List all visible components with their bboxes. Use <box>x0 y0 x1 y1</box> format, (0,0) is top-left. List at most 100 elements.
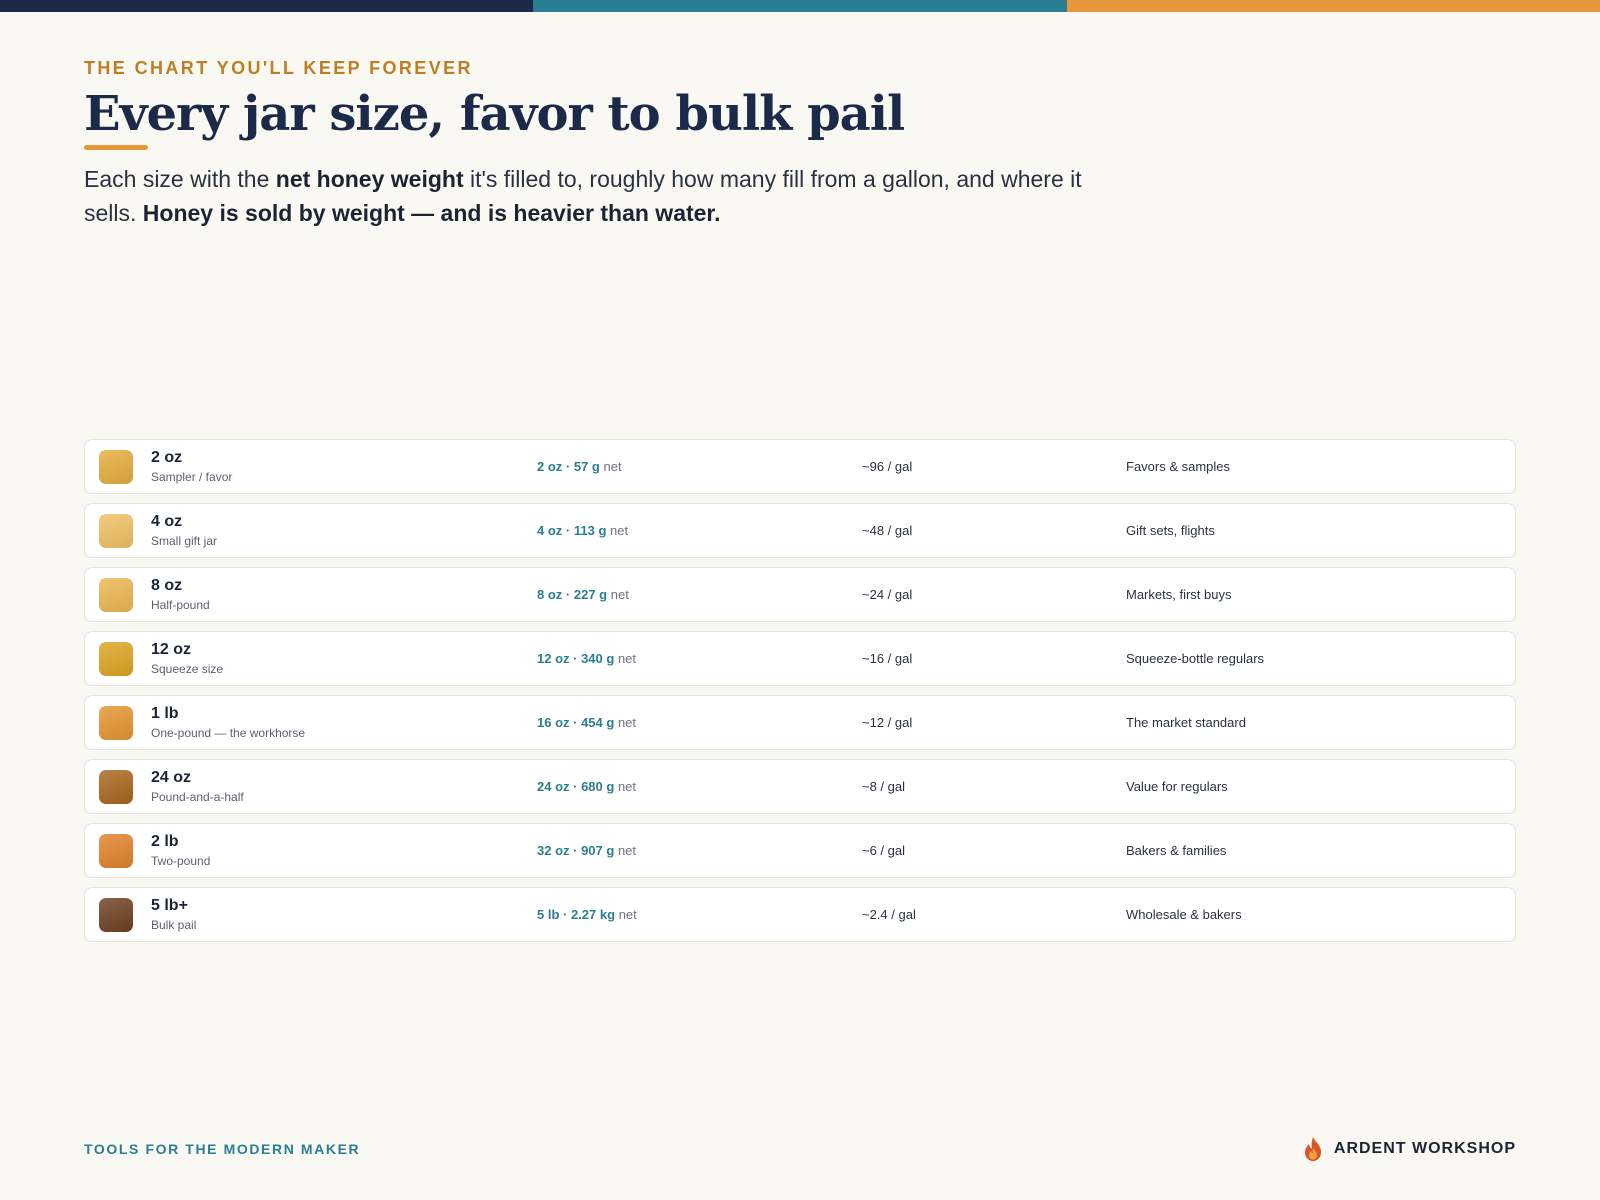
net-weight: 8 oz · 227 g net <box>537 587 629 602</box>
eyebrow: THE CHART YOU'LL KEEP FOREVER <box>84 58 473 78</box>
net-label: net <box>614 843 636 858</box>
weight-metric: 454 g <box>581 715 615 730</box>
weight-metric: 907 g <box>581 843 615 858</box>
net-text: net <box>617 715 637 730</box>
weight-oz: 2 oz <box>537 459 563 474</box>
weight-separator: · <box>559 907 571 922</box>
table-row: 1 lb One-pound — the workhorse 16 oz · 454… <box>84 695 1516 750</box>
size-name: 2 oz <box>151 449 183 466</box>
size-subtitle: Half-pound <box>151 598 210 612</box>
net-text: net <box>617 843 637 858</box>
size-name: 4 oz <box>151 513 183 530</box>
size-subtitle: Pound-and-a-half <box>151 790 244 804</box>
net-label: net <box>607 587 629 602</box>
weight-separator: · <box>569 843 582 858</box>
jar-color-swatch <box>99 770 133 804</box>
weight-oz: 5 lb <box>537 907 560 922</box>
jar-color-swatch <box>99 514 133 548</box>
net-weight: 4 oz · 113 g net <box>537 523 628 538</box>
jars-per-gallon: ~2.4 / gal <box>862 907 916 922</box>
where-it-sells: Favors & samples <box>1126 459 1231 474</box>
net-text: net <box>610 523 629 538</box>
size-subtitle: Squeeze size <box>151 662 224 676</box>
weight-oz: 12 oz <box>537 651 570 666</box>
weight-oz: 32 oz <box>537 843 570 858</box>
accent-navy <box>0 0 534 12</box>
net-label: net <box>600 459 622 474</box>
net-text: net <box>618 907 637 922</box>
title-underline <box>84 145 148 150</box>
net-weight: 16 oz · 454 g net <box>537 715 636 730</box>
where-it-sells: Squeeze-bottle regulars <box>1126 651 1265 666</box>
weight-metric: 680 g <box>581 779 615 794</box>
weight-metric: 57 g <box>573 459 600 474</box>
net-weight: 5 lb · 2.27 kg net <box>537 907 637 922</box>
weight-metric: 113 g <box>573 523 607 538</box>
net-label: net <box>606 523 628 538</box>
lede-paragraph: Each size with the net honey weight it's… <box>84 162 1084 230</box>
net-label: net <box>614 715 636 730</box>
net-text: net <box>617 779 637 794</box>
brand-name: ARDENT WORKSHOP <box>1333 1140 1516 1157</box>
jar-color-swatch <box>99 706 133 740</box>
net-label: net <box>614 651 636 666</box>
jars-per-gallon: ~8 / gal <box>862 779 906 794</box>
table-row: 12 oz Squeeze size 12 oz · 340 g net ~16 / … <box>84 631 1516 686</box>
jars-per-gallon: ~6 / gal <box>862 843 906 858</box>
table-row: 24 oz Pound-and-a-half 24 oz · 680 g net ~8… <box>84 759 1516 814</box>
weight-metric: 227 g <box>573 587 608 602</box>
where-it-sells: The market standard <box>1126 715 1246 730</box>
size-name: 8 oz <box>151 577 183 594</box>
jars-per-gallon: ~24 / gal <box>862 587 913 602</box>
size-name: 1 lb <box>151 705 179 722</box>
weight-oz: 24 oz <box>537 779 570 794</box>
where-it-sells: Bakers & families <box>1126 843 1227 858</box>
lede-bold-1: net honey weight <box>275 166 464 192</box>
jar-color-swatch <box>99 578 133 612</box>
net-weight: 12 oz · 340 g net <box>537 651 636 666</box>
weight-oz: 16 oz <box>537 715 570 730</box>
where-it-sells: Gift sets, flights <box>1126 523 1215 538</box>
accent-teal <box>533 0 1067 12</box>
table-row: 2 oz Sampler / favor 2 oz · 57 g net ~96 / … <box>84 439 1516 494</box>
weight-separator: · <box>562 587 574 602</box>
jars-per-gallon: ~16 / gal <box>862 651 913 666</box>
net-label: net <box>615 907 637 922</box>
size-subtitle: Small gift jar <box>151 534 218 548</box>
weight-separator: · <box>562 459 574 474</box>
size-subtitle: Bulk pail <box>151 918 197 932</box>
weight-separator: · <box>562 523 574 538</box>
weight-separator: · <box>569 651 582 666</box>
jar-size-list: 2 oz Sampler / favor 2 oz · 57 g net ~96 / … <box>84 439 1516 951</box>
brand: ARDENT WORKSHOP <box>1302 1136 1516 1162</box>
size-subtitle: Sampler / favor <box>151 470 233 484</box>
net-weight: 2 oz · 57 g net <box>537 459 622 474</box>
jars-per-gallon: ~96 / gal <box>862 459 913 474</box>
weight-separator: · <box>569 715 582 730</box>
jar-color-swatch <box>99 898 133 932</box>
table-row: 5 lb+ Bulk pail 5 lb · 2.27 kg net ~2.4 / g… <box>84 887 1516 942</box>
weight-metric: 2.27 kg <box>570 907 616 922</box>
weight-metric: 340 g <box>581 651 615 666</box>
where-it-sells: Markets, first buys <box>1126 587 1232 602</box>
size-subtitle: One-pound — the workhorse <box>151 726 306 740</box>
net-weight: 32 oz · 907 g net <box>537 843 636 858</box>
accent-orange <box>1066 0 1600 12</box>
net-label: net <box>614 779 636 794</box>
size-name: 2 lb <box>151 833 179 850</box>
net-text: net <box>610 587 629 602</box>
table-row: 2 lb Two-pound 32 oz · 907 g net ~6 / gal Ba… <box>84 823 1516 878</box>
jar-color-swatch <box>99 834 133 868</box>
weight-oz: 4 oz <box>537 523 563 538</box>
size-name: 12 oz <box>151 641 192 658</box>
jar-color-swatch <box>99 642 133 676</box>
size-subtitle: Two-pound <box>151 854 211 868</box>
jars-per-gallon: ~12 / gal <box>862 715 913 730</box>
size-name: 24 oz <box>151 769 192 786</box>
weight-separator: · <box>569 779 582 794</box>
table-row: 4 oz Small gift jar 4 oz · 113 g net ~48 / … <box>84 503 1516 558</box>
where-it-sells: Wholesale & bakers <box>1126 907 1242 922</box>
table-row: 8 oz Half-pound 8 oz · 227 g net ~24 / gal M… <box>84 567 1516 622</box>
size-name: 5 lb+ <box>151 897 188 914</box>
footer-tagline: TOOLS FOR THE MODERN MAKER <box>84 1141 361 1157</box>
